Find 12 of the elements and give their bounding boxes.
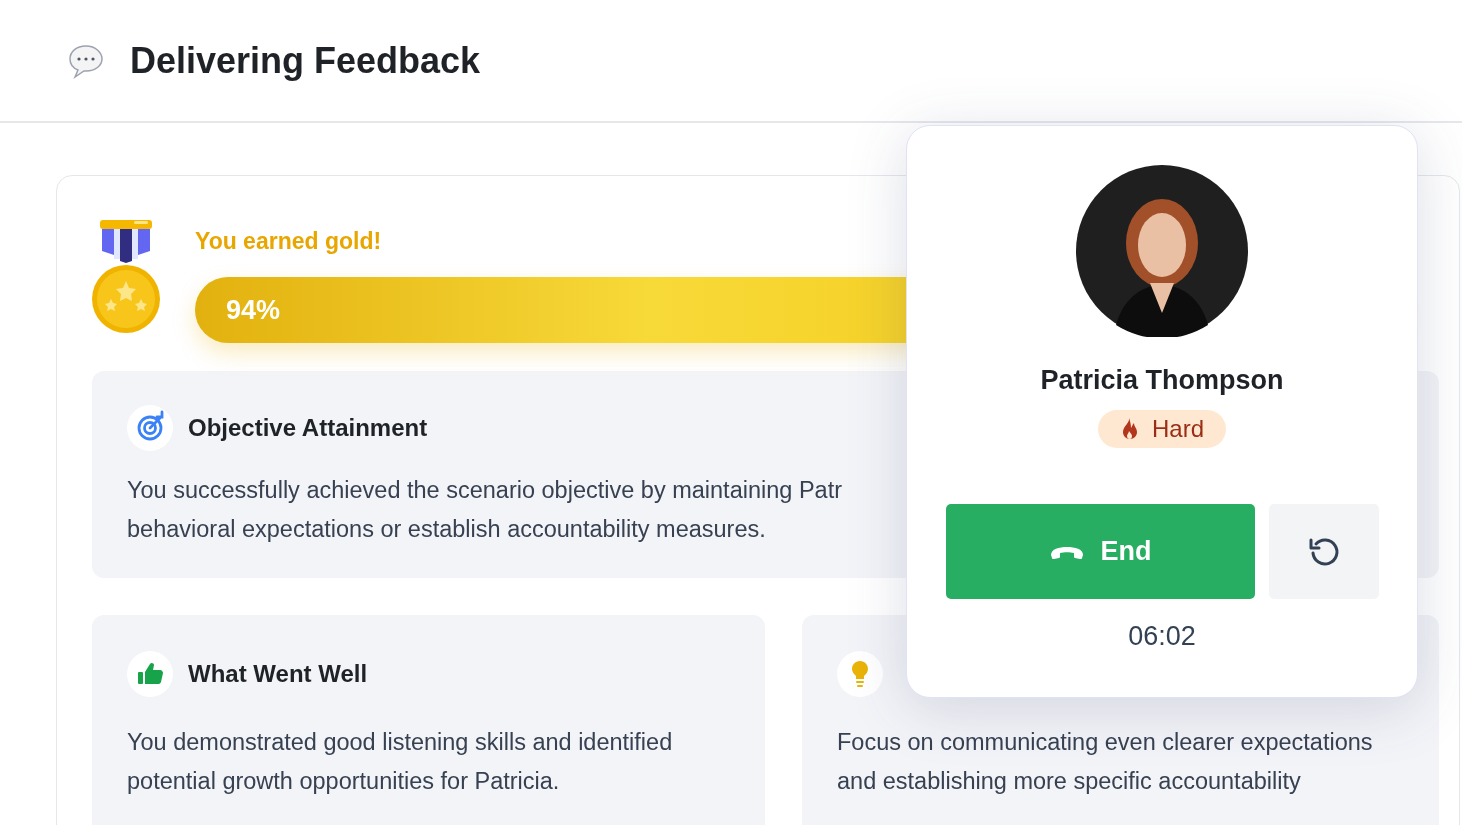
success-message: You earned gold! — [195, 227, 382, 256]
difficulty-badge: Hard — [1098, 410, 1226, 448]
objective-text: You successfully achieved the scenario objective by maintaining Patr behavioral expectations or establish accountability measures. — [127, 476, 842, 544]
feedback-text: Focus on communicating even clearer expectations and establishing more specific accountability — [837, 728, 1374, 796]
feedback-text: You demonstrated good listening skills and identified potential growth opportunities for Patricia. — [127, 728, 674, 796]
section-heading: What Went Well — [188, 660, 368, 688]
end-call-button[interactable]: End — [945, 504, 1255, 599]
call-timer: 06:02 — [1128, 621, 1196, 652]
page-title: Delivering Feedback — [130, 39, 481, 82]
section-heading: Objective Attainment — [188, 414, 428, 442]
contact-name: Patricia Thompson — [1040, 365, 1284, 396]
score-percent: 94% — [226, 294, 281, 326]
